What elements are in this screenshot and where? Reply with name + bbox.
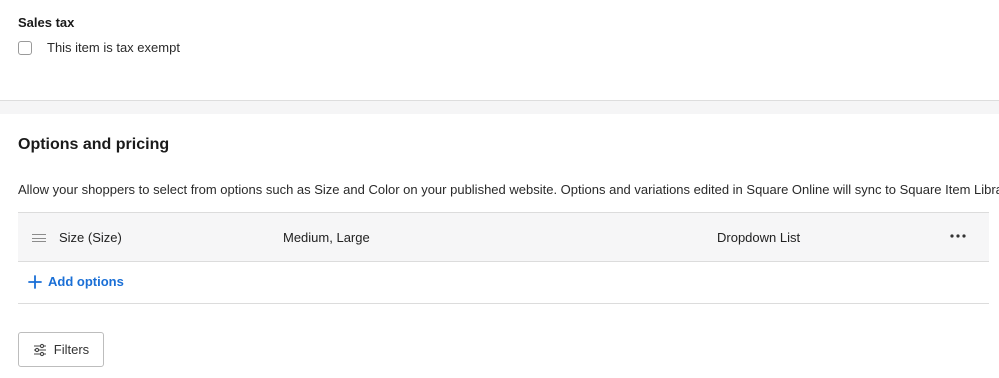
option-name: Size (Size) (59, 230, 122, 245)
add-options-row: Add options (18, 262, 989, 304)
more-horizontal-icon[interactable] (949, 228, 967, 244)
section-divider (0, 100, 999, 114)
plus-icon (28, 274, 42, 289)
sales-tax-title: Sales tax (18, 15, 75, 30)
tax-exempt-checkbox[interactable] (18, 40, 32, 55)
add-options-button[interactable]: Add options (28, 274, 124, 289)
option-values: Medium, Large (283, 230, 370, 245)
sliders-icon (33, 343, 46, 356)
option-display-type: Dropdown List (717, 230, 801, 245)
filters-button[interactable]: Filters (18, 332, 104, 367)
option-row[interactable]: Size (Size) Medium, Large Dropdown List (18, 212, 989, 262)
sales-tax-section: Sales tax This item is tax exempt (0, 0, 999, 100)
add-options-label: Add options (48, 274, 124, 289)
tax-exempt-row[interactable]: This item is tax exempt (18, 40, 180, 55)
filters-label: Filters (53, 342, 90, 357)
drag-handle-icon[interactable] (32, 234, 46, 242)
options-table: Size (Size) Medium, Large Dropdown List … (18, 212, 989, 304)
options-description: Allow your shoppers to select from optio… (18, 182, 999, 197)
tax-exempt-label[interactable]: This item is tax exempt (47, 40, 180, 55)
options-pricing-title: Options and pricing (18, 136, 170, 153)
